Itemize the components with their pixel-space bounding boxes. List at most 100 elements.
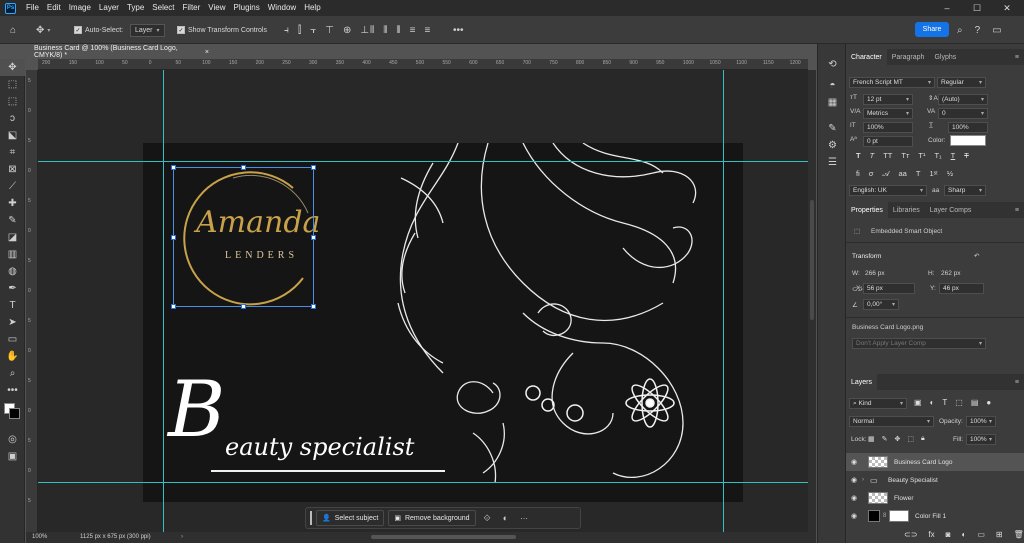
layer-row-beauty-specialist[interactable]: ◉ › ▭ Beauty Specialist	[846, 471, 1024, 489]
maximize-button[interactable]: ☐	[962, 0, 992, 16]
superscript-button[interactable]: T¹	[918, 151, 925, 160]
auto-select-checkbox[interactable]: ✓ Auto-Select:	[74, 16, 123, 44]
zoom-tool-icon[interactable]: ⌕	[0, 365, 25, 382]
layer-row-color-fill[interactable]: ◉ 8 Color Fill 1	[846, 507, 1024, 525]
opacity-field[interactable]: 100% ▾	[966, 416, 996, 427]
share-button[interactable]: Share	[915, 22, 949, 37]
move-tool-icon[interactable]: ✥	[0, 59, 25, 76]
menu-plugins[interactable]: Plugins	[230, 0, 264, 16]
history-icon[interactable]: ⟲	[818, 56, 847, 73]
distribute-left-icon[interactable]: ⫴	[370, 25, 374, 36]
gradient-tool-icon[interactable]: ▥	[0, 246, 25, 263]
ligature-icon[interactable]: ﬁ	[856, 169, 860, 179]
workspace-icon[interactable]: ▭	[992, 25, 1001, 36]
distribute-top-icon[interactable]: ≡	[410, 25, 416, 36]
handle-top-left[interactable]	[171, 165, 176, 170]
width-value[interactable]: 266 px	[865, 270, 885, 277]
filter-smart-icon[interactable]: ▤	[971, 398, 979, 407]
filter-adjustment-icon[interactable]: ◐	[930, 398, 935, 407]
crop-tool-icon[interactable]: ⌗	[0, 144, 25, 161]
drag-handle-icon[interactable]	[310, 511, 312, 525]
baseline-shift-field[interactable]: 0 pt	[863, 136, 913, 147]
align-middle-icon[interactable]: ⊕	[343, 25, 351, 36]
x-position-field[interactable]: 56 px	[863, 283, 915, 294]
transform-icon[interactable]: ⟐	[484, 513, 491, 524]
font-size-field[interactable]: 12 pt ▾	[863, 94, 913, 105]
tab-libraries[interactable]: Libraries	[888, 202, 925, 218]
panel-menu-icon[interactable]: ≡	[1010, 49, 1024, 65]
dodge-tool-icon[interactable]: ◍	[0, 263, 25, 280]
handle-bottom-left[interactable]	[171, 304, 176, 309]
lock-all-icon[interactable]: 🔒︎	[921, 435, 925, 443]
handle-bottom-right[interactable]	[311, 304, 316, 309]
menu-image[interactable]: Image	[65, 0, 95, 16]
layer-comp-select[interactable]: Don't Apply Layer Comp ▾	[852, 338, 986, 349]
select-subject-button[interactable]: 👤 Select subject	[316, 510, 385, 526]
new-group-icon[interactable]: ▭	[977, 530, 985, 539]
move-tool-preset-icon[interactable]: ✥ ▾	[36, 16, 50, 44]
eyedropper-tool-icon[interactable]: ⟋	[0, 178, 25, 195]
canvas[interactable]: Amanda LENDERS B eauty specialist 👤 Sele…	[38, 70, 808, 532]
distribute-right-icon[interactable]: ⫴	[396, 25, 400, 36]
tab-character[interactable]: Character	[846, 49, 887, 65]
home-icon[interactable]: ⌂	[10, 16, 16, 44]
minimize-button[interactable]: –	[932, 0, 962, 16]
add-mask-icon[interactable]: ◙	[946, 530, 951, 539]
underline-button[interactable]: T	[951, 151, 956, 160]
reset-transform-icon[interactable]: ↶	[974, 252, 979, 260]
leading-field[interactable]: (Auto) ▾	[938, 94, 988, 105]
eraser-tool-icon[interactable]: ◪	[0, 229, 25, 246]
type-tool-icon[interactable]: T	[0, 297, 25, 314]
titling-icon[interactable]: T	[916, 169, 921, 179]
color-swatches[interactable]	[0, 399, 25, 427]
text-color-swatch[interactable]	[950, 135, 986, 146]
close-window-button[interactable]: ✕	[992, 0, 1022, 16]
transform-bounding-box[interactable]	[171, 165, 316, 309]
align-right-icon[interactable]: ⫟	[310, 25, 316, 36]
lasso-tool-icon[interactable]: ↄ	[0, 110, 25, 127]
remove-background-button[interactable]: ▣ Remove background	[388, 510, 476, 526]
menu-file[interactable]: File	[22, 0, 43, 16]
angle-field[interactable]: 0,00° ▾	[863, 299, 899, 310]
more-options-icon[interactable]: •••	[453, 16, 464, 44]
menu-window[interactable]: Window	[264, 0, 300, 16]
new-layer-icon[interactable]: ⊞	[996, 530, 1003, 539]
link-layers-icon[interactable]: ⊂⊃	[904, 530, 917, 539]
subscript-button[interactable]: T₁	[934, 151, 941, 160]
tab-properties[interactable]: Properties	[846, 202, 888, 218]
font-family-select[interactable]: French Script MT ▾	[849, 77, 935, 88]
visibility-eye-icon[interactable]: ◉	[846, 476, 862, 484]
artboard-tool-icon[interactable]: ⬚	[0, 76, 25, 93]
marquee-tool-icon[interactable]: ⬚	[0, 93, 25, 110]
filter-pixel-icon[interactable]: ▣	[914, 398, 922, 407]
more-tools-icon[interactable]: •••	[0, 382, 25, 399]
adjustment-layer-icon[interactable]: ◐	[961, 530, 966, 539]
blend-mode-select[interactable]: Normal ▾	[849, 416, 934, 427]
horizontal-scrollbar-thumb[interactable]	[371, 535, 516, 539]
fractions-icon[interactable]: ½	[947, 169, 953, 179]
align-center-icon[interactable]: ⫿	[298, 25, 301, 36]
vertical-scale-field[interactable]: 100%	[863, 122, 913, 133]
layer-mask-thumbnail[interactable]	[889, 510, 909, 522]
menu-view[interactable]: View	[204, 0, 229, 16]
search-icon[interactable]: ⌕	[957, 25, 963, 36]
swash-icon[interactable]: 𝒜	[882, 169, 889, 179]
rectangle-tool-icon[interactable]: ▭	[0, 331, 25, 348]
filter-shape-icon[interactable]: ⬚	[955, 398, 963, 407]
properties-icon[interactable]: ☰	[818, 154, 847, 171]
distribute-center-icon[interactable]: ⫴	[383, 25, 387, 36]
pen-tool-icon[interactable]: ✒	[0, 280, 25, 297]
scrollbar-thumb[interactable]	[810, 200, 814, 320]
align-bottom-icon[interactable]: ⊥	[360, 25, 369, 36]
height-value[interactable]: 262 px	[941, 270, 961, 277]
horizontal-scale-field[interactable]: 100%	[948, 122, 988, 133]
lock-paint-icon[interactable]: ✎	[882, 435, 888, 443]
layers-menu-icon[interactable]: ≡	[1010, 374, 1024, 390]
visibility-eye-icon[interactable]: ◉	[846, 458, 862, 466]
handle-middle-right[interactable]	[311, 235, 316, 240]
object-selection-tool-icon[interactable]: ⬕	[0, 127, 25, 144]
visibility-eye-icon[interactable]: ◉	[846, 494, 862, 502]
faux-italic-button[interactable]: T	[870, 151, 875, 160]
ordinals-icon[interactable]: 1ˢᵗ	[929, 169, 937, 179]
expand-chevron-icon[interactable]: ›	[862, 477, 870, 483]
